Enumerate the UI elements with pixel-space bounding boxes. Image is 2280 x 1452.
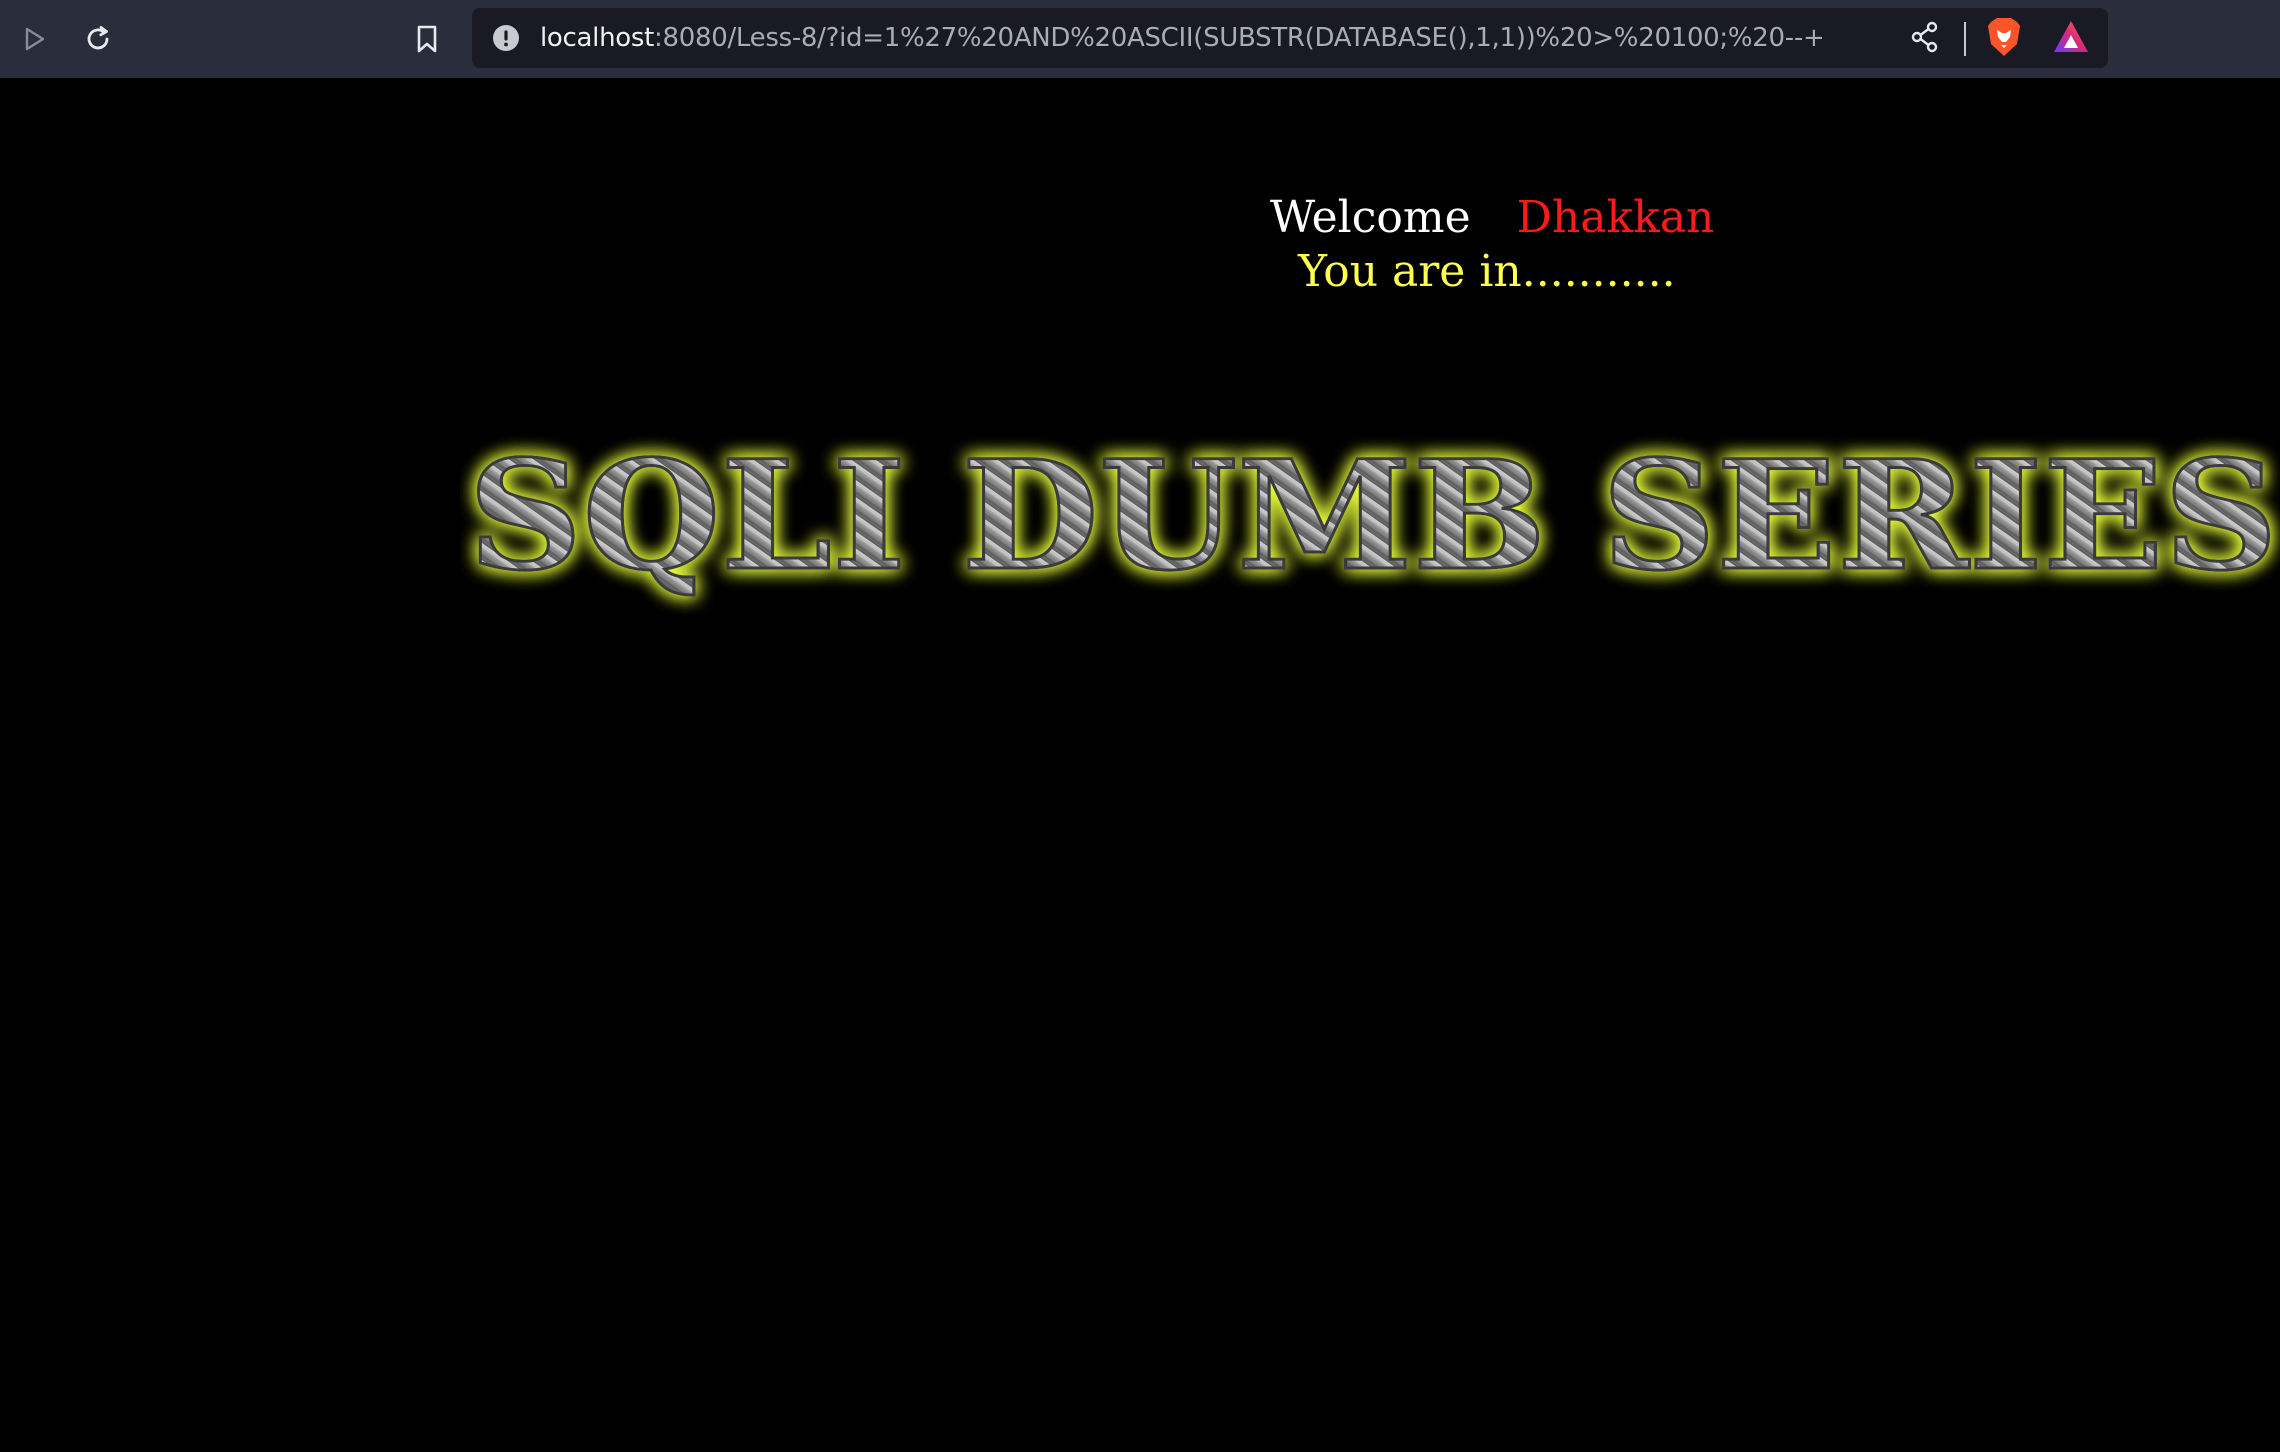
url-text[interactable]: localhost:8080/Less-8/?id=1%27%20AND%20A…	[540, 8, 1825, 68]
url-path: :8080/Less-8/?id=1%27%20AND%20ASCII(SUBS…	[654, 23, 1825, 53]
status-message: You are in...........	[1298, 246, 1676, 297]
brave-lion-icon[interactable]	[1986, 16, 2022, 58]
browser-toolbar: localhost:8080/Less-8/?id=1%27%20AND%20A…	[0, 0, 2280, 78]
share-icon[interactable]	[1910, 20, 1940, 54]
user-name: Dhakkan	[1516, 192, 1715, 243]
play-icon[interactable]	[12, 17, 56, 61]
address-bar[interactable]: localhost:8080/Less-8/?id=1%27%20AND%20A…	[472, 8, 2108, 68]
brave-rewards-icon[interactable]	[2052, 18, 2090, 56]
info-icon[interactable]	[492, 24, 520, 52]
page-content: Welcome Dhakkan You are in........... SQ…	[0, 78, 2280, 1452]
sqli-dumb-series-banner: SQLI DUMB SERIES	[467, 427, 2280, 606]
bookmark-icon[interactable]	[405, 17, 449, 61]
welcome-label: Welcome	[1270, 192, 1471, 243]
banner-text: SQLI DUMB SERIES	[468, 428, 2278, 604]
toolbar-separator	[1964, 22, 1966, 56]
welcome-line: Welcome Dhakkan	[1270, 196, 1714, 240]
url-host: localhost	[540, 23, 655, 53]
reload-icon[interactable]	[76, 17, 120, 61]
